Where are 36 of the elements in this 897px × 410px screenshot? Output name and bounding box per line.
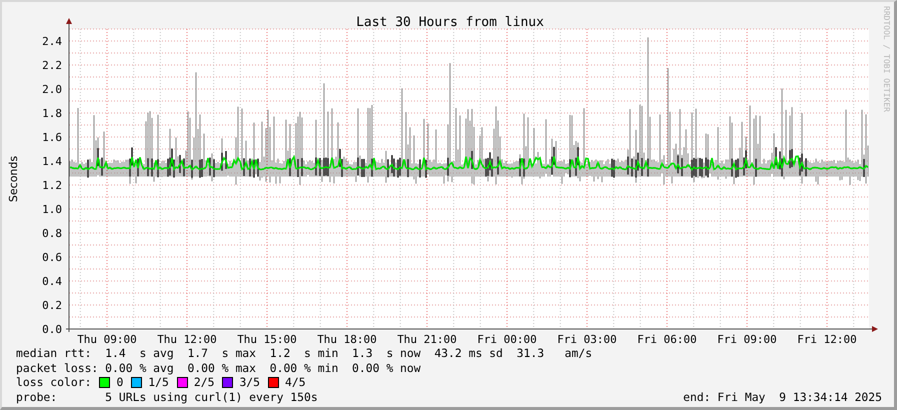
x-tick-label: Thu 18:00	[317, 333, 377, 346]
y-tick-label: 1.0	[42, 203, 62, 216]
loss-color-label: loss color:	[16, 375, 92, 390]
x-tick-label: Fri 03:00	[557, 333, 617, 346]
x-tick-label: Thu 21:00	[397, 333, 457, 346]
x-tick-label: Thu 09:00	[77, 333, 137, 346]
axis-label: Seconds	[7, 156, 20, 202]
y-tick-label: 1.6	[42, 131, 62, 144]
x-tick-label: Thu 15:00	[237, 333, 297, 346]
x-tick-label: Fri 09:00	[717, 333, 777, 346]
chart-title: Last 30 Hours from linux	[356, 15, 544, 30]
end-time-text: end: Fri May 9 13:34:14 2025	[683, 390, 882, 404]
y-tick-label: 0.0	[42, 323, 62, 336]
loss-color-value: 0	[116, 375, 124, 390]
x-tick-label: Fri 12:00	[797, 333, 857, 346]
probe-text: probe: 5 URLs using curl(1) every 150s	[16, 390, 318, 404]
y-tick-label: 1.8	[42, 107, 62, 120]
y-tick-label: 0.8	[42, 227, 62, 240]
y-tick-label: 1.4	[42, 155, 62, 168]
y-tick-label: 2.4	[42, 35, 62, 48]
median-rtt-text: median rtt: 1.4 s avg 1.7 s max 1.2 s min 1.3 s now 43.2 ms sd 31.3 am/s	[16, 346, 594, 360]
y-tick-label: 2.0	[42, 83, 62, 96]
loss-color-value: 3/5	[239, 375, 260, 390]
x-tick-label: Thu 12:00	[157, 333, 217, 346]
x-tick-label: Fri 06:00	[637, 333, 697, 346]
y-tick-label: 2.2	[42, 59, 62, 72]
loss-color-value: 1/5	[148, 375, 169, 390]
loss-color-value: 2/5	[194, 375, 214, 390]
packet-loss-text: packet loss: 0.00 % avg 0.00 % max 0.00 % min 0.00 % now	[16, 360, 422, 375]
y-tick-label: 1.2	[42, 179, 62, 192]
y-tick-label: 0.6	[42, 251, 62, 264]
credit-text: RRDTOOL / TOBI OETIKER	[882, 6, 891, 112]
x-tick-label: Fri 00:00	[477, 333, 537, 346]
loss-color-value: 4/5	[285, 375, 306, 390]
y-tick-label: 0.2	[42, 299, 62, 312]
y-tick-label: 0.4	[42, 275, 62, 288]
